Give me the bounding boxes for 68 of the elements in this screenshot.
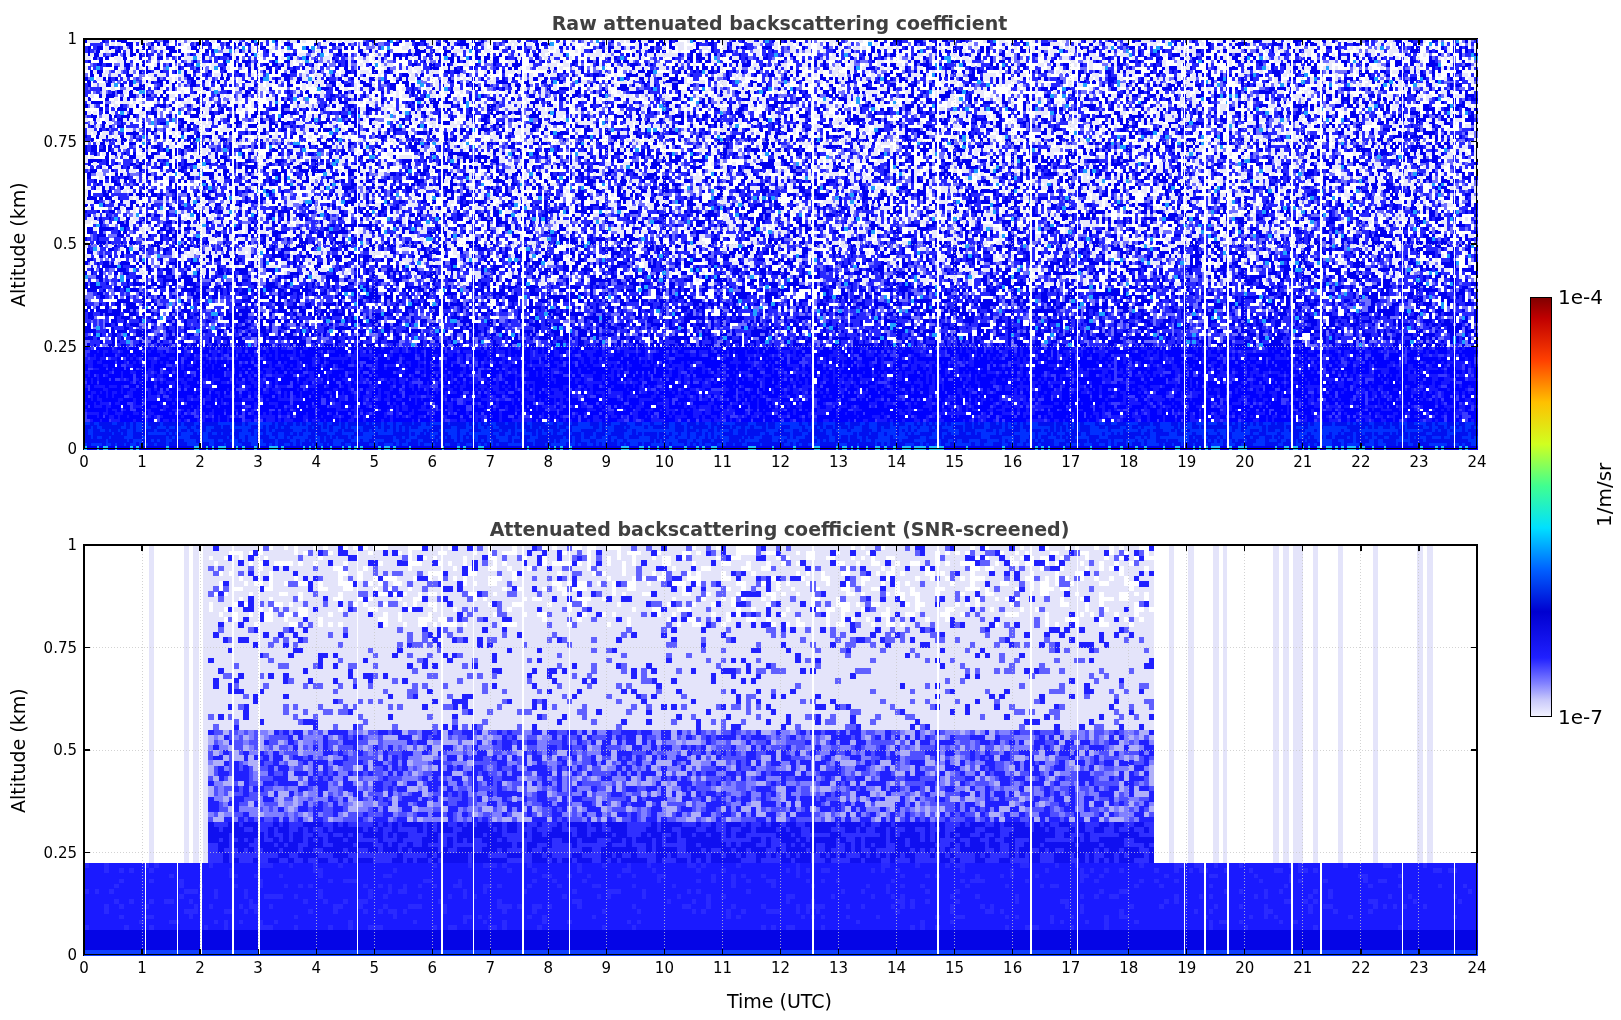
x-tick-label: 18 <box>1119 453 1139 471</box>
x-axis-label: Time (UTC) <box>727 990 832 1012</box>
x-tick-label: 18 <box>1119 959 1139 977</box>
x-tick-label: 6 <box>427 959 437 977</box>
x-tick-label: 12 <box>770 959 791 977</box>
x-tick-label: 19 <box>1177 453 1197 471</box>
x-tick-label: 11 <box>712 959 732 977</box>
x-tick-label: 2 <box>195 453 205 471</box>
x-tick-label: 9 <box>601 959 612 977</box>
y-tick-label: 0.75 <box>43 132 77 151</box>
x-tick-label: 5 <box>369 453 379 471</box>
y-tick-label: 0 <box>67 440 77 458</box>
x-tick-label: 10 <box>654 453 674 471</box>
y-tick-label: 0.5 <box>53 741 77 759</box>
y-axis-label: Altitude (km) <box>6 688 30 813</box>
x-tick-label: 19 <box>1177 959 1197 977</box>
y-tick-label: 0.25 <box>43 337 77 356</box>
x-tick-label: 8 <box>543 959 554 977</box>
x-tick-label: 17 <box>1061 453 1081 471</box>
x-tick-label: 1 <box>137 959 147 977</box>
x-tick-label: 6 <box>427 453 437 471</box>
x-tick-label: 4 <box>311 959 321 977</box>
x-tick-label: 17 <box>1061 959 1081 977</box>
x-tick-label: 24 <box>1467 959 1487 977</box>
x-tick-label: 3 <box>253 959 263 977</box>
x-tick-label: 2 <box>195 959 205 977</box>
plot-title: Raw attenuated backscattering coefficient <box>550 11 1009 36</box>
x-tick-label: 8 <box>543 453 554 471</box>
y-tick-label: 1 <box>67 30 77 48</box>
plot-title: Attenuated backscattering coefficient (SNR-screened) <box>488 517 1071 542</box>
x-tick-label: 21 <box>1293 453 1313 471</box>
colorbar-max-label: 1e-4 <box>1558 285 1603 309</box>
y-tick-label: 0.5 <box>53 235 77 253</box>
x-tick-label: 15 <box>945 453 965 471</box>
x-tick-label: 23 <box>1409 453 1429 471</box>
x-tick-label: 0 <box>79 453 89 471</box>
y-tick-label: 0.25 <box>43 843 77 862</box>
y-tick-label: 0 <box>67 946 77 964</box>
x-tick-label: 7 <box>485 959 496 977</box>
x-tick-label: 13 <box>829 959 849 977</box>
x-tick-label: 16 <box>1003 959 1023 977</box>
x-tick-label: 15 <box>945 959 965 977</box>
colorbar-unit-label: 1/m/sr <box>1592 462 1616 527</box>
x-tick-label: 1 <box>137 453 147 471</box>
x-tick-label: 11 <box>712 453 732 471</box>
x-tick-label: 16 <box>1003 453 1023 471</box>
y-tick-label: 0.75 <box>43 638 77 657</box>
x-tick-label: 23 <box>1409 959 1429 977</box>
y-tick-label: 1 <box>67 536 77 554</box>
x-tick-label: 10 <box>654 959 674 977</box>
x-tick-label: 14 <box>887 959 907 977</box>
x-tick-label: 13 <box>829 453 849 471</box>
x-tick-label: 3 <box>253 453 263 471</box>
x-tick-label: 14 <box>887 453 907 471</box>
x-tick-label: 7 <box>485 453 496 471</box>
x-tick-label: 22 <box>1351 959 1371 977</box>
x-tick-label: 12 <box>770 453 791 471</box>
x-tick-label: 4 <box>311 453 321 471</box>
colorbar-min-label: 1e-7 <box>1558 705 1603 729</box>
y-axis-label: Altitude (km) <box>6 182 30 307</box>
x-tick-label: 24 <box>1467 453 1487 471</box>
x-tick-label: 22 <box>1351 453 1371 471</box>
x-tick-label: 20 <box>1235 959 1255 977</box>
x-tick-label: 20 <box>1235 453 1255 471</box>
x-tick-label: 9 <box>601 453 612 471</box>
x-tick-label: 5 <box>369 959 379 977</box>
x-tick-label: 21 <box>1293 959 1313 977</box>
x-tick-label: 0 <box>79 959 89 977</box>
